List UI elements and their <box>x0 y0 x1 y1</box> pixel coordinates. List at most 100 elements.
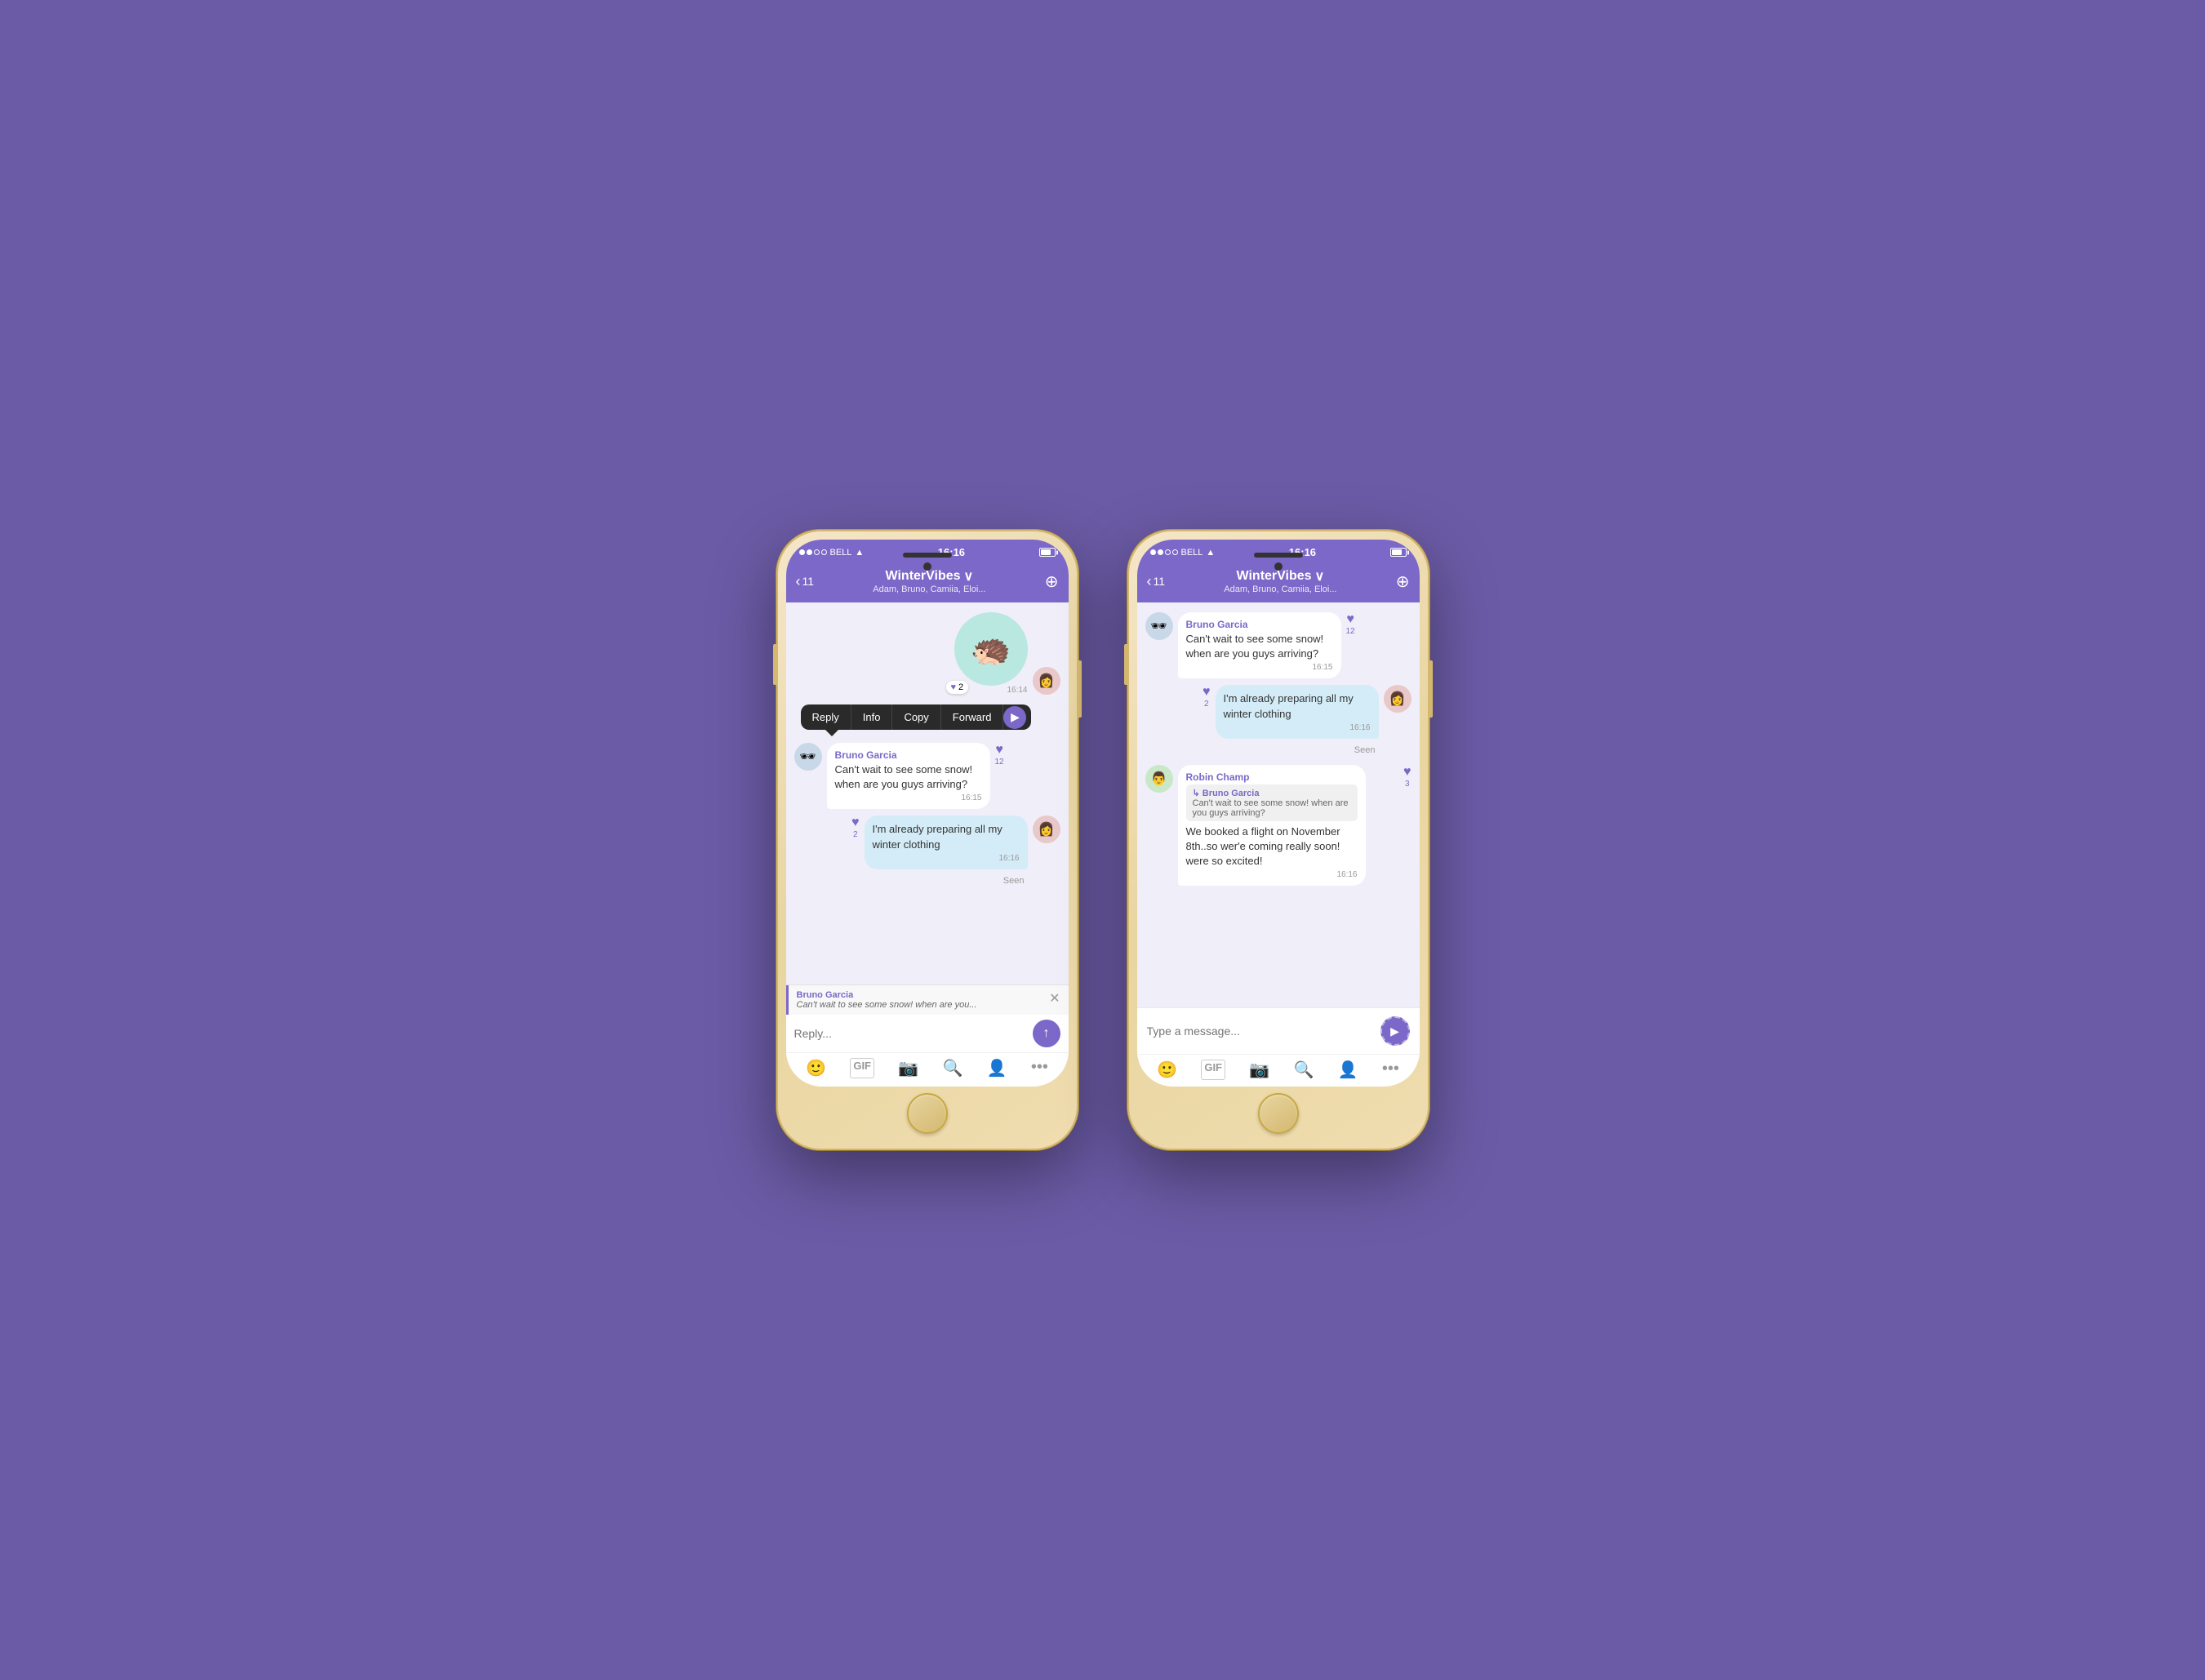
message-input-1[interactable] <box>794 1027 1026 1040</box>
table-row: ♥ 2 I'm already preparing all my winter … <box>1145 685 1411 738</box>
emoji-icon-1[interactable]: 🙂 <box>806 1058 826 1078</box>
person-icon-1[interactable]: 👤 <box>987 1058 1007 1078</box>
search-icon-2[interactable]: 🔍 <box>1293 1060 1314 1080</box>
robin-reaction: ♥ 3 <box>1403 765 1411 792</box>
input-area-2: ▶ <box>1137 1007 1420 1054</box>
gif-icon-1[interactable]: GIF <box>850 1058 874 1078</box>
add-contact-button-1[interactable]: ⊕ <box>1045 571 1059 592</box>
group-name-2: WinterVibes ∨ <box>1171 568 1389 584</box>
dropdown-icon-2: ∨ <box>1315 568 1325 584</box>
home-button-2[interactable] <box>1258 1093 1299 1134</box>
battery-fill-1 <box>1041 549 1051 555</box>
reply-quote-content-1: Bruno Garcia Can't wait to see some snow… <box>797 990 977 1010</box>
copy-menu-item[interactable]: Copy <box>892 704 940 730</box>
user-time-2: 16:16 <box>1224 723 1371 732</box>
user-time-1: 16:16 <box>873 854 1020 863</box>
send-icon-1: ↑ <box>1043 1026 1050 1041</box>
camera-icon-1[interactable]: 📷 <box>898 1058 918 1078</box>
heart-icon-bruno-2: ♥ <box>1346 612 1354 627</box>
seen-label-2: Seen <box>1145 745 1376 755</box>
more-icon-1[interactable]: ••• <box>1031 1058 1048 1078</box>
group-name-1: WinterVibes ∨ <box>820 568 1038 584</box>
menu-tail <box>825 730 838 736</box>
members-2: Adam, Bruno, Camiia, Eloi... <box>1171 584 1389 594</box>
reply-close-button-1[interactable]: ✕ <box>1049 990 1060 1007</box>
bruno-name-1: Bruno Garcia <box>835 749 982 761</box>
user-text-2: I'm already preparing all my winter clot… <box>1224 691 1371 721</box>
context-menu: Reply Info Copy Forward ▶ <box>801 704 1032 730</box>
status-left-1: BELL ▲ <box>799 548 865 558</box>
table-row: 🕶 Bruno Garcia Can't wait to see some sn… <box>1145 612 1411 678</box>
dot-8 <box>1172 549 1178 555</box>
chat-area-2: 🕶 Bruno Garcia Can't wait to see some sn… <box>1137 602 1420 1007</box>
toolbar-1: 🙂 GIF 📷 🔍 👤 ••• <box>786 1052 1069 1087</box>
status-right-2 <box>1390 548 1407 557</box>
bruno-text-1: Can't wait to see some snow! when are yo… <box>835 762 982 792</box>
status-right-1 <box>1039 548 1056 557</box>
camera-2 <box>1274 562 1283 571</box>
reply-menu-item[interactable]: Reply <box>801 704 851 730</box>
bruno-text-2: Can't wait to see some snow! when are yo… <box>1186 632 1333 661</box>
gif-icon-2[interactable]: GIF <box>1201 1060 1225 1080</box>
heart-icon-robin: ♥ <box>1403 765 1411 780</box>
emoji-icon-2[interactable]: 🙂 <box>1157 1060 1177 1080</box>
toolbar-2: 🙂 GIF 📷 🔍 👤 ••• <box>1137 1054 1420 1087</box>
person-icon-2[interactable]: 👤 <box>1338 1060 1358 1080</box>
signal-dots-1 <box>799 549 827 555</box>
phone-2: BELL ▲ 16:16 ‹ 11 WinterVibe <box>1127 530 1429 1150</box>
heart-count-robin: 3 <box>1405 780 1410 789</box>
robin-bubble: Robin Champ Bruno Garcia Can't wait to s… <box>1178 765 1366 887</box>
table-row: 🕶 Bruno Garcia Can't wait to see some sn… <box>794 743 1060 809</box>
send-button-1[interactable]: ↑ <box>1033 1020 1060 1047</box>
heart-icon-user-2: ♥ <box>1203 685 1211 700</box>
reply-quote-text-1: Can't wait to see some snow! when are yo… <box>797 1000 977 1010</box>
heart-count-bruno-2: 12 <box>1346 627 1355 636</box>
add-contact-button-2[interactable]: ⊕ <box>1396 571 1410 592</box>
notch-2 <box>1254 540 1303 571</box>
user-bubble-2: I'm already preparing all my winter clot… <box>1216 685 1379 738</box>
seen-label-1: Seen <box>794 876 1025 886</box>
forward-menu-item[interactable]: Forward <box>941 704 1004 730</box>
robin-quoted-sender: Bruno Garcia <box>1193 788 1351 798</box>
input-row-1: ↑ <box>786 1015 1069 1052</box>
sticker-time: 16:14 <box>1007 686 1027 695</box>
home-button-1[interactable] <box>907 1093 948 1134</box>
sticker-reaction: ♥ 2 <box>946 681 969 694</box>
back-button-1[interactable]: ‹ 11 <box>796 574 815 589</box>
table-row: ♥ 2 I'm already preparing all my winter … <box>794 816 1060 869</box>
dot-3 <box>814 549 820 555</box>
message-input-2[interactable] <box>1147 1024 1374 1038</box>
add-person-icon-1: ⊕ <box>1045 573 1059 591</box>
bruno-time-1: 16:15 <box>835 793 982 802</box>
robin-text: We booked a flight on November 8th..so w… <box>1186 824 1358 869</box>
reply-quote-1: Bruno Garcia Can't wait to see some snow… <box>786 985 1069 1015</box>
battery-1 <box>1039 548 1056 557</box>
search-icon-1[interactable]: 🔍 <box>942 1058 962 1078</box>
back-chevron-2: ‹ <box>1147 574 1152 589</box>
carrier-2: BELL <box>1181 548 1203 558</box>
header-title-1: WinterVibes ∨ Adam, Bruno, Camiia, Eloi.… <box>820 568 1038 594</box>
info-menu-item[interactable]: Info <box>851 704 893 730</box>
add-person-icon-2: ⊕ <box>1396 573 1410 591</box>
sticker-reaction-count: 2 <box>958 682 963 692</box>
send-button-2[interactable]: ▶ <box>1380 1016 1410 1046</box>
camera-icon-2[interactable]: 📷 <box>1249 1060 1269 1080</box>
more-icon-2[interactable]: ••• <box>1382 1060 1399 1080</box>
members-1: Adam, Bruno, Camiia, Eloi... <box>820 584 1038 594</box>
user-avatar-msg-1: 👩 <box>1033 816 1060 843</box>
back-button-2[interactable]: ‹ 11 <box>1147 574 1166 589</box>
dot-7 <box>1165 549 1171 555</box>
wifi-icon-1: ▲ <box>855 548 864 558</box>
dot-6 <box>1158 549 1163 555</box>
user-text-1: I'm already preparing all my winter clot… <box>873 822 1020 851</box>
sticker-image: 🦔 <box>954 612 1028 686</box>
table-row: 👨 Robin Champ Bruno Garcia Can't wait to… <box>1145 765 1411 887</box>
more-menu-arrow[interactable]: ▶ <box>1003 706 1026 729</box>
heart-icon-sticker: ♥ <box>951 682 957 692</box>
battery-fill-2 <box>1392 549 1403 555</box>
bruno-reaction-2: ♥ 12 <box>1346 612 1355 639</box>
chat-area-1: 🦔 ♥ 2 16:14 👩 <box>786 602 1069 984</box>
camera-1 <box>923 562 931 571</box>
bruno-avatar-1: 🕶 <box>794 743 822 771</box>
robin-name: Robin Champ <box>1186 771 1358 783</box>
